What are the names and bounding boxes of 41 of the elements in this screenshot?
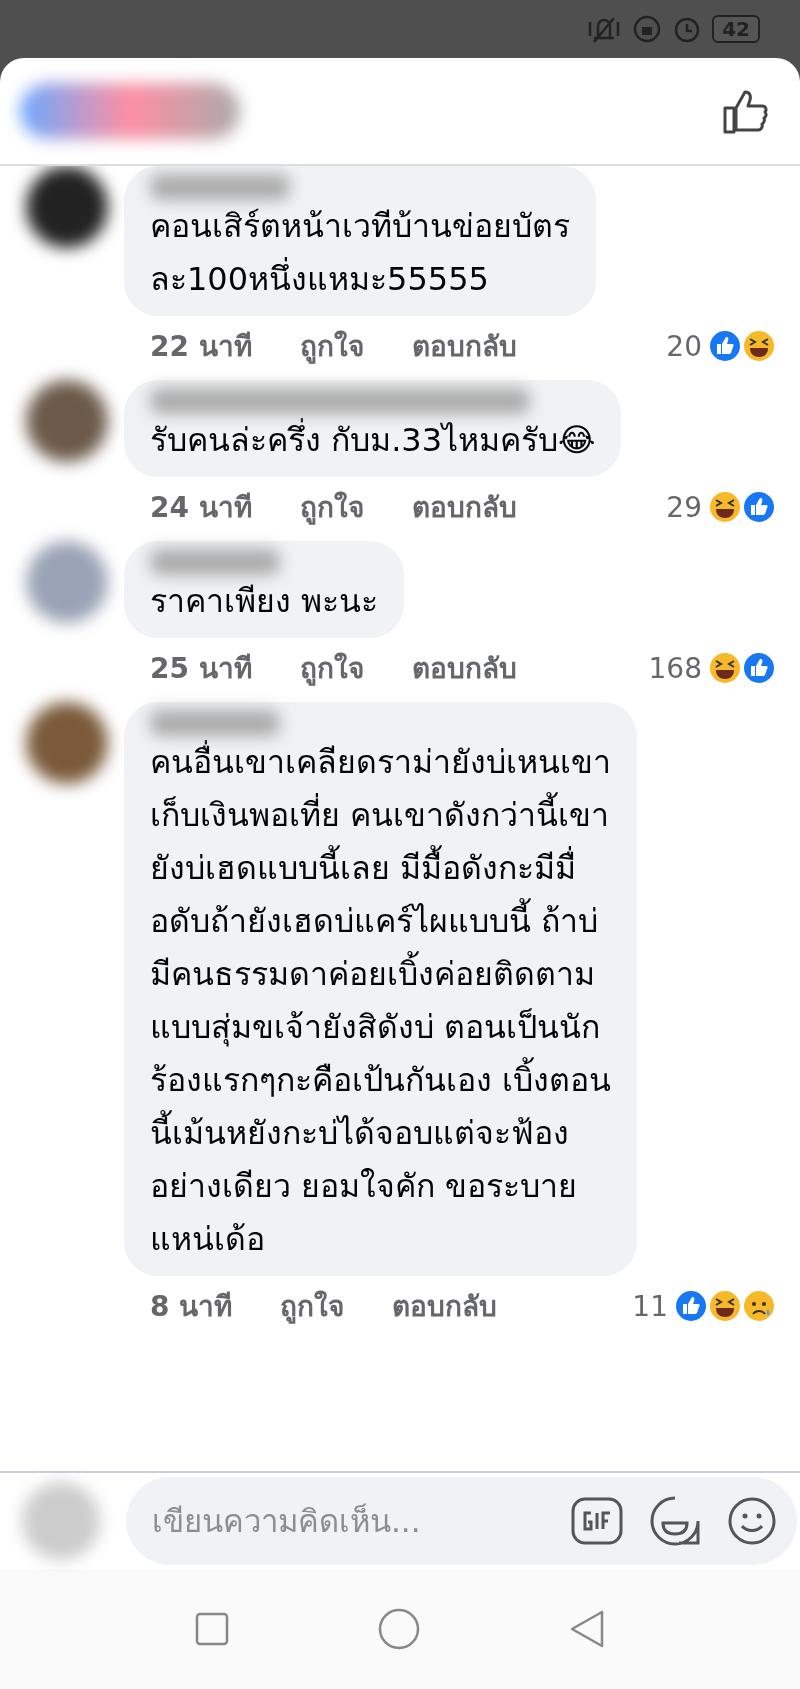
- laughing-reaction-icon: [742, 329, 776, 363]
- laughing-reaction-icon: [708, 490, 742, 524]
- comment-time: 24 นาที: [150, 490, 252, 526]
- like-reaction-icon: [674, 1289, 708, 1323]
- sad-reaction-icon: [742, 1289, 776, 1323]
- comment-time: 22 นาที: [150, 329, 252, 365]
- reaction-count: 29: [666, 490, 702, 524]
- rotation-lock-icon: [632, 14, 663, 44]
- home-icon[interactable]: [378, 1608, 420, 1650]
- reply-link[interactable]: ตอบกลับ: [411, 485, 517, 529]
- like-reaction-icon: [742, 490, 776, 524]
- reply-link[interactable]: ตอบกลับ: [392, 1284, 498, 1328]
- back-icon[interactable]: [569, 1609, 606, 1649]
- emoji-icon[interactable]: [727, 1496, 777, 1546]
- like-reaction-icon: [742, 651, 776, 685]
- reply-link[interactable]: ตอบกลับ: [411, 646, 517, 690]
- like-link[interactable]: ถูกใจ: [280, 1284, 345, 1328]
- comment-text: รับคนล่ะครึ่ง กับม.33ไหมครับ😂: [150, 414, 596, 467]
- sticker-icon[interactable]: [649, 1495, 701, 1547]
- avatar[interactable]: [26, 166, 108, 248]
- comment-time: 8 นาที: [150, 1289, 233, 1325]
- like-link[interactable]: ถูกใจ: [299, 646, 364, 690]
- gif-icon[interactable]: [571, 1497, 623, 1545]
- comment-input[interactable]: เขียนความคิดเห็น...: [150, 1502, 545, 1540]
- recent-apps-icon[interactable]: [194, 1612, 229, 1646]
- like-link[interactable]: ถูกใจ: [299, 324, 364, 368]
- comment-text: คอนเสิร์ตหน้าเวทีบ้านข่อยบัตร ละ100หนึ่งแหมะ55555: [150, 206, 570, 300]
- like-icon[interactable]: [722, 88, 770, 134]
- like-link[interactable]: ถูกใจ: [299, 485, 364, 529]
- reaction-count: 20: [666, 329, 702, 363]
- comment-time: 25 นาที: [150, 651, 252, 687]
- comment-text: ราคาเพียง พะนะ: [150, 581, 379, 622]
- reaction-count: 11: [632, 1289, 668, 1323]
- comment-text: คนอื่นเขาเคลียดราม่ายังบ่เหนเขา เก็บเงินพอเที่ย คนเขาดังกว่านี้เขา ยังบ่เฮดแบบนี้เลย มีมื้อดังกะมีมื่ อดับถ้ายังเฮดบ่แคร์ไผแบบนี้ ถ้าบ่ มีคนธรรมดาค่อยเบิ้งค่อยติดตาม แบบสุ่มขเจ้ายังสิดังบ่ ตอนเป็นนัก ร้องแรกๆกะคือเป้นกันเอง เบิ้งตอน นี้เม้นหยังกะบ่ได้จอบแต่จะฟ้อง อย่างเดียว ยอมใจคัก ขอระบาย แหน่เด้อ: [150, 736, 612, 1266]
- avatar[interactable]: [26, 380, 108, 462]
- laughing-reaction-icon: [708, 651, 742, 685]
- comment-field[interactable]: เขียนความคิดเห็น...: [126, 1477, 797, 1565]
- like-reaction-icon: [708, 329, 742, 363]
- reaction-count: 168: [648, 651, 702, 685]
- laughing-reaction-icon: [708, 1289, 742, 1323]
- reply-link[interactable]: ตอบกลับ: [411, 324, 517, 368]
